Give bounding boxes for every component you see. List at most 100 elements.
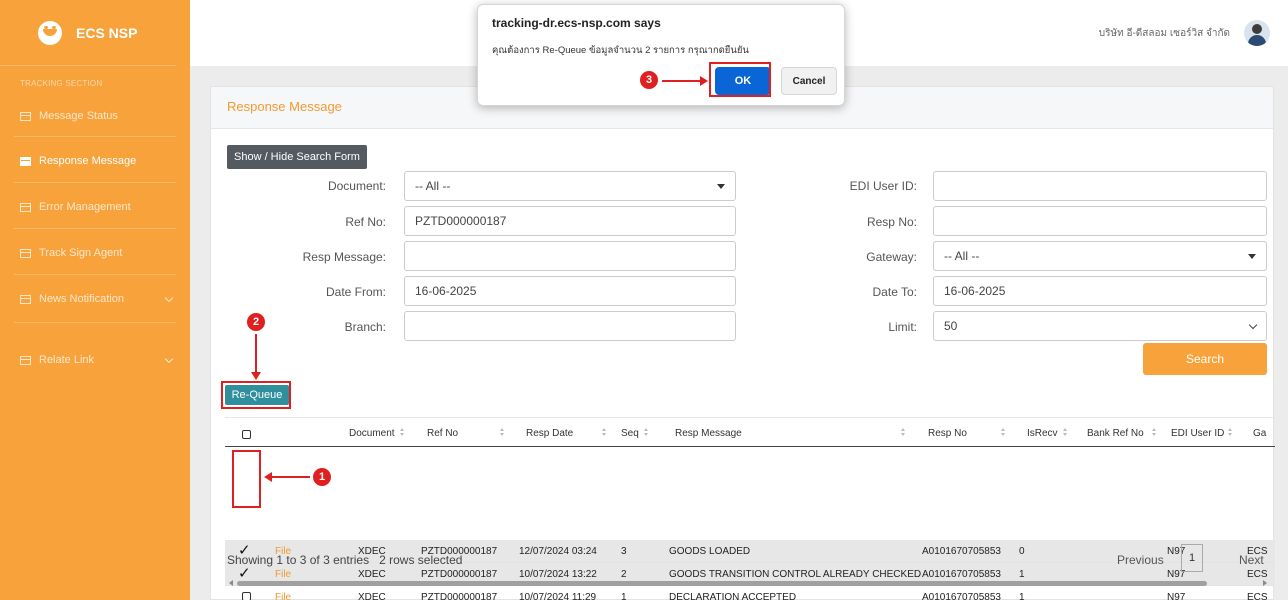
sidebar-item-label: Message Status — [39, 110, 118, 122]
step-1-badge: 1 — [313, 468, 331, 486]
envelope-icon — [20, 294, 31, 304]
highlight-ok — [709, 62, 771, 97]
date-from-label: Date From: — [325, 285, 386, 299]
arrow-right-icon — [662, 76, 708, 86]
highlight-requeue — [221, 381, 291, 409]
divider — [14, 136, 176, 137]
col-isrecv[interactable]: IsRecv — [1027, 428, 1058, 439]
table-info: Showing 1 to 3 of 3 entries 2 rows selec… — [227, 553, 462, 567]
file-link[interactable]: File — [275, 592, 291, 600]
page-1-button[interactable]: 1 — [1181, 544, 1203, 572]
scroll-right-icon[interactable] — [1263, 580, 1267, 586]
resp-message-input[interactable] — [404, 241, 736, 271]
select-all-checkbox[interactable] — [242, 430, 251, 439]
search-button[interactable]: Search — [1143, 343, 1267, 375]
confirm-dialog: tracking-dr.ecs-nsp.com says คุณต้องการ … — [477, 4, 845, 106]
sidebar-item-track-sign-agent[interactable]: Track Sign Agent — [20, 247, 178, 259]
brand[interactable]: ECS NSP — [0, 0, 176, 66]
edi-user-id-input[interactable] — [933, 171, 1267, 201]
sidebar-item-label: Error Management — [39, 201, 131, 213]
scroll-left-icon[interactable] — [229, 580, 233, 586]
col-document[interactable]: Document — [349, 428, 395, 439]
ref-no-input[interactable]: PZTD000000187 — [404, 206, 736, 236]
resp-no-label: Resp No: — [866, 215, 917, 229]
divider — [14, 274, 176, 275]
col-seq[interactable]: Seq — [621, 428, 639, 439]
sidebar-item-error-management[interactable]: Error Management — [20, 201, 178, 213]
table-row[interactable]: File XDEC PZTD000000187 10/07/2024 11:29… — [225, 586, 1275, 600]
rows-selected-info: 2 rows selected — [379, 553, 463, 567]
chevron-down-icon — [1248, 320, 1258, 330]
resp-message-label: Resp Message: — [302, 250, 386, 264]
table-icon — [20, 156, 31, 166]
col-resp-message[interactable]: Resp Message — [675, 428, 742, 439]
toggle-search-form-button[interactable]: Show / Hide Search Form — [227, 145, 367, 169]
document-select[interactable]: -- All -- — [404, 171, 736, 201]
cell-resp-no: A0101670705853 — [922, 592, 1001, 600]
document-select-value: -- All -- — [415, 179, 451, 193]
envelope-icon — [20, 355, 31, 365]
sidebar-item-label: News Notification — [39, 293, 124, 305]
next-page-button[interactable]: Next — [1239, 553, 1264, 567]
col-resp-no[interactable]: Resp No — [928, 428, 967, 439]
sidebar-item-message-status[interactable]: Message Status — [20, 110, 178, 122]
limit-select-value: 50 — [944, 319, 958, 333]
response-message-card: Response Message Show / Hide Search Form… — [210, 86, 1275, 600]
dialog-message: คุณต้องการ Re-Queue ข้อมูลจำนวน 2 รายการ… — [492, 45, 749, 56]
col-ref-no[interactable]: Ref No — [427, 428, 458, 439]
sidebar-item-relate-link[interactable]: Relate Link — [20, 354, 178, 366]
date-to-input[interactable]: 16-06-2025 — [933, 276, 1267, 306]
cell-seq: 1 — [621, 592, 627, 600]
limit-label: Limit: — [888, 320, 917, 334]
gateway-label: Gateway: — [866, 250, 917, 264]
sidebar-item-label: Response Message — [39, 155, 137, 167]
smiley-logo-icon — [38, 20, 62, 45]
resp-no-input[interactable] — [933, 206, 1267, 236]
date-from-input[interactable]: 16-06-2025 — [404, 276, 736, 306]
row-checkbox[interactable] — [242, 592, 251, 600]
cell-edi-user-id: N97 — [1167, 592, 1186, 600]
avatar[interactable] — [1244, 20, 1270, 46]
previous-page-button[interactable]: Previous — [1117, 553, 1164, 567]
sort-icon — [1063, 428, 1068, 438]
sidebar-item-news-notification[interactable]: News Notification — [20, 293, 178, 305]
step-3-badge: 3 — [640, 71, 658, 89]
cell-gateway: ECS — [1247, 592, 1268, 600]
entries-info: Showing 1 to 3 of 3 entries — [227, 553, 370, 567]
cell-resp-message: DECLARATION ACCEPTED — [669, 592, 797, 600]
caret-down-icon — [1248, 254, 1256, 259]
brand-name: ECS NSP — [76, 24, 138, 41]
col-bank-ref-no[interactable]: Bank Ref No — [1087, 428, 1144, 439]
sort-icon — [500, 428, 505, 438]
branch-input[interactable] — [404, 311, 736, 341]
caret-down-icon — [717, 184, 725, 189]
gateway-select-value: -- All -- — [944, 249, 980, 263]
document-label: Document: — [327, 179, 386, 193]
step-2-badge: 2 — [247, 313, 265, 331]
cell-document: XDEC — [358, 592, 386, 600]
sort-icon — [1228, 428, 1233, 438]
col-gateway[interactable]: Ga — [1253, 428, 1266, 439]
col-resp-date[interactable]: Resp Date — [526, 428, 573, 439]
cancel-button[interactable]: Cancel — [781, 67, 837, 95]
col-edi-user-id[interactable]: EDI User ID — [1171, 428, 1224, 439]
company-name: บริษัท อี-ดีสลอม เซอร์วิส จำกัด — [1098, 28, 1230, 39]
scrollbar-thumb[interactable] — [237, 581, 1207, 586]
table-icon — [20, 202, 31, 212]
chevron-down-icon — [164, 293, 174, 303]
limit-select[interactable]: 50 — [933, 311, 1267, 341]
section-title: TRACKING SECTION — [20, 79, 103, 88]
sort-icon — [901, 428, 906, 438]
sort-icon — [1152, 428, 1157, 438]
cell-resp-no: A0101670705853 — [922, 546, 1001, 557]
sort-icon — [644, 428, 649, 438]
arrow-down-icon — [251, 334, 261, 380]
edi-user-id-label: EDI User ID: — [849, 179, 917, 193]
sidebar-item-label: Track Sign Agent — [39, 247, 123, 259]
sidebar-item-response-message[interactable]: Response Message — [20, 155, 178, 167]
cell-ref-no: PZTD000000187 — [421, 592, 498, 600]
date-to-value: 16-06-2025 — [944, 284, 1006, 298]
gateway-select[interactable]: -- All -- — [933, 241, 1267, 271]
horizontal-scrollbar[interactable] — [225, 579, 1271, 587]
sort-icon — [1001, 428, 1006, 438]
